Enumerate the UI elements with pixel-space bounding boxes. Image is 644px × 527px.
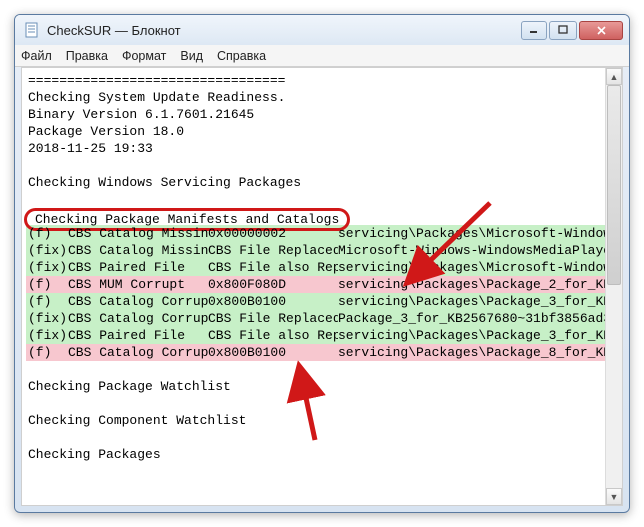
log-cell: CBS Catalog Corrupt	[68, 310, 208, 327]
vertical-scrollbar[interactable]: ▲ ▼	[605, 68, 622, 505]
notepad-window: CheckSUR — Блокнот Файл Правка Формат Ви…	[14, 14, 630, 513]
log-cell: (fix)	[28, 327, 68, 344]
text-line	[26, 429, 605, 446]
log-rows: (f)CBS Catalog Missing0x00000002servicin…	[26, 225, 605, 361]
menu-edit[interactable]: Правка	[66, 49, 108, 63]
text-line: Checking Windows Servicing Packages	[26, 174, 605, 191]
window-controls	[521, 21, 625, 40]
scroll-down-button[interactable]: ▼	[606, 488, 622, 505]
text-line: Package Version 18.0	[26, 123, 605, 140]
log-cell: CBS File also Replaced	[208, 327, 338, 344]
text-line: Checking Package Watchlist	[26, 378, 605, 395]
notepad-icon	[23, 21, 41, 39]
text-line	[26, 157, 605, 174]
log-cell: CBS File Replaced	[208, 242, 338, 259]
log-row: (f)CBS Catalog Corrupt0x800B0100servicin…	[26, 293, 605, 310]
menubar: Файл Правка Формат Вид Справка	[15, 45, 629, 67]
log-row: (f)CBS Catalog Corrupt0x800B0100servicin…	[26, 344, 605, 361]
log-cell: CBS Catalog Missing	[68, 225, 208, 242]
log-cell: 0x800B0100	[208, 293, 338, 310]
log-row: (fix)CBS Catalog CorruptCBS File Replace…	[26, 310, 605, 327]
log-cell: CBS Catalog Corrupt	[68, 293, 208, 310]
log-row: (f)CBS Catalog Missing0x00000002servicin…	[26, 225, 605, 242]
log-row: (fix)CBS Paired FileCBS File also Replac…	[26, 259, 605, 276]
log-cell: Microsoft-Windows-WindowsMediaPlayer-Tr	[338, 242, 605, 259]
text-line	[26, 395, 605, 412]
text-line: Checking Package Manifests and Catalogs	[26, 208, 605, 225]
text-line: Checking Component Watchlist	[26, 412, 605, 429]
log-row: (f)CBS MUM Corrupt0x800F080Dservicing\Pa…	[26, 276, 605, 293]
text-line: Checking Packages	[26, 446, 605, 463]
log-cell: servicing\Packages\Package_3_for_KB25676	[338, 327, 605, 344]
log-cell: CBS Catalog Missing	[68, 242, 208, 259]
log-cell: (f)	[28, 225, 68, 242]
log-cell: 0x800B0100	[208, 344, 338, 361]
text-line: Binary Version 6.1.7601.21645	[26, 106, 605, 123]
log-cell: CBS Catalog Corrupt	[68, 344, 208, 361]
log-cell: CBS MUM Corrupt	[68, 276, 208, 293]
menu-view[interactable]: Вид	[180, 49, 203, 63]
log-cell: servicing\Packages\Package_8_for_KB26858	[338, 344, 605, 361]
log-cell: servicing\Packages\Microsoft-WindowsMedi…	[338, 259, 605, 276]
log-cell: CBS File Replaced	[208, 310, 338, 327]
log-cell: servicing\Packages\Package_3_for_KB25676	[338, 293, 605, 310]
maximize-button[interactable]	[549, 21, 577, 40]
log-cell: servicing\Packages\Microsoft-Windows-Win…	[338, 225, 605, 242]
scroll-thumb[interactable]	[607, 85, 621, 285]
scroll-up-button[interactable]: ▲	[606, 68, 622, 85]
scroll-track[interactable]	[606, 85, 622, 488]
window-title: CheckSUR — Блокнот	[47, 23, 181, 38]
log-cell: (f)	[28, 276, 68, 293]
text-line	[26, 361, 605, 378]
text-area-wrap: ================================= Checki…	[21, 67, 623, 506]
log-cell: Package_3_for_KB2567680~31bf3856ad364e	[338, 310, 605, 327]
text-line: =================================	[26, 72, 605, 89]
titlebar[interactable]: CheckSUR — Блокнот	[15, 15, 629, 45]
log-cell: 0x00000002	[208, 225, 338, 242]
log-cell: (fix)	[28, 259, 68, 276]
log-cell: servicing\Packages\Package_2_for_KB27576	[338, 276, 605, 293]
log-cell: CBS Paired File	[68, 327, 208, 344]
log-cell: CBS File also Replaced	[208, 259, 338, 276]
log-cell: CBS Paired File	[68, 259, 208, 276]
log-row: (fix)CBS Catalog MissingCBS File Replace…	[26, 242, 605, 259]
minimize-button[interactable]	[521, 21, 547, 40]
log-cell: (f)	[28, 293, 68, 310]
text-line: Checking System Update Readiness.	[26, 89, 605, 106]
menu-help[interactable]: Справка	[217, 49, 266, 63]
menu-format[interactable]: Формат	[122, 49, 166, 63]
text-line: 2018-11-25 19:33	[26, 140, 605, 157]
log-cell: (fix)	[28, 310, 68, 327]
text-line	[26, 191, 605, 208]
log-cell: 0x800F080D	[208, 276, 338, 293]
menu-file[interactable]: Файл	[21, 49, 52, 63]
log-row: (fix)CBS Paired FileCBS File also Replac…	[26, 327, 605, 344]
log-cell: (f)	[28, 344, 68, 361]
close-button[interactable]	[579, 21, 623, 40]
log-cell: (fix)	[28, 242, 68, 259]
text-area[interactable]: ================================= Checki…	[22, 68, 605, 505]
